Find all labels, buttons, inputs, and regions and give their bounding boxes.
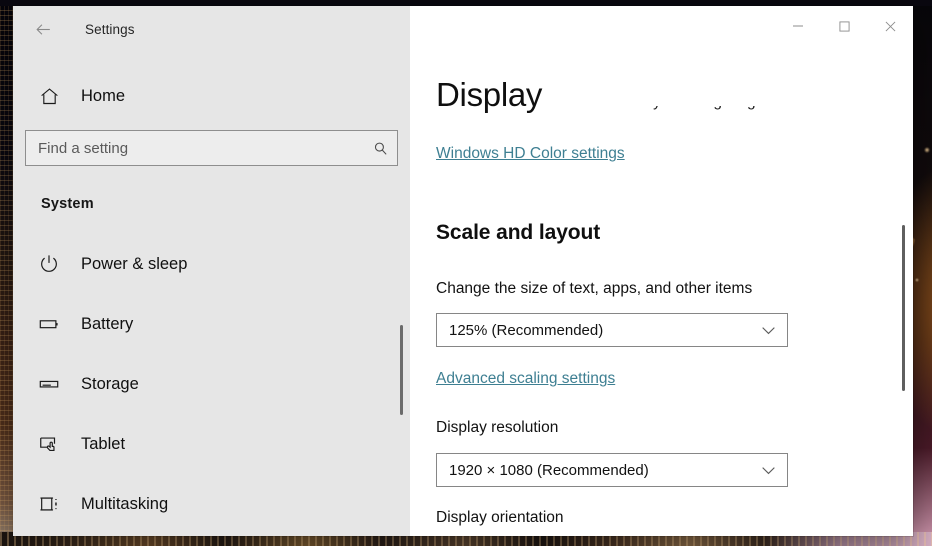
window-titlebar: Settings <box>13 6 410 52</box>
sidebar-section-title: System <box>41 196 410 212</box>
sidebar-item-power-sleep[interactable]: Power & sleep <box>13 234 410 294</box>
wallpaper-city-left-strip <box>0 0 14 546</box>
sidebar-item-storage[interactable]: Storage <box>13 354 410 414</box>
content-scrollbar[interactable] <box>898 6 912 536</box>
chevron-down-icon <box>761 466 776 475</box>
sidebar-item-label: Storage <box>81 375 139 394</box>
sidebar-item-label: Tablet <box>81 435 125 454</box>
app-title: Settings <box>85 22 135 37</box>
back-button[interactable] <box>21 13 65 45</box>
resolution-label: Display resolution <box>436 419 558 437</box>
sidebar-item-battery[interactable]: Battery <box>13 294 410 354</box>
search-input[interactable] <box>26 140 363 157</box>
sidebar-item-label: Multitasking <box>81 495 168 514</box>
resolution-dropdown-value: 1920 × 1080 (Recommended) <box>449 462 649 479</box>
home-icon <box>27 86 71 107</box>
scale-dropdown[interactable]: 125% (Recommended) <box>436 313 788 347</box>
page-title: Display <box>436 76 552 114</box>
settings-window: Settings Home System <box>13 6 913 536</box>
navigation-pane: Settings Home System <box>13 6 410 536</box>
search-icon[interactable] <box>363 140 397 157</box>
content-scroll-area: Change brightness automatically when lig… <box>410 6 913 536</box>
sidebar-scrollbar[interactable] <box>396 6 410 536</box>
multitasking-icon <box>27 493 71 515</box>
sidebar-item-label: Battery <box>81 315 133 334</box>
scale-and-layout-heading: Scale and layout <box>436 221 600 245</box>
sidebar-nav-list: Power & sleep Battery <box>13 234 410 534</box>
back-arrow-icon <box>34 20 53 39</box>
orientation-label: Display orientation <box>436 509 564 527</box>
storage-icon <box>27 373 71 395</box>
power-icon <box>27 253 71 275</box>
sidebar-item-multitasking[interactable]: Multitasking <box>13 474 410 534</box>
chevron-down-icon <box>761 326 776 335</box>
advanced-scaling-settings-link[interactable]: Advanced scaling settings <box>436 370 615 388</box>
content-scrollbar-thumb[interactable] <box>902 225 905 391</box>
sidebar-item-label: Power & sleep <box>81 255 187 274</box>
search-box[interactable] <box>25 130 398 166</box>
scale-label: Change the size of text, apps, and other… <box>436 280 752 298</box>
sidebar-scrollbar-thumb[interactable] <box>400 325 403 415</box>
home-label: Home <box>81 87 125 106</box>
search-container <box>13 130 410 166</box>
sidebar-item-tablet[interactable]: Tablet <box>13 414 410 474</box>
scale-dropdown-value: 125% (Recommended) <box>449 322 603 339</box>
content-pane: Change brightness automatically when lig… <box>410 6 913 536</box>
sidebar-item-home[interactable]: Home <box>13 74 410 118</box>
battery-icon <box>27 313 71 335</box>
windows-hd-color-settings-link[interactable]: Windows HD Color settings <box>436 145 625 163</box>
tablet-icon <box>27 433 71 455</box>
resolution-dropdown[interactable]: 1920 × 1080 (Recommended) <box>436 453 788 487</box>
